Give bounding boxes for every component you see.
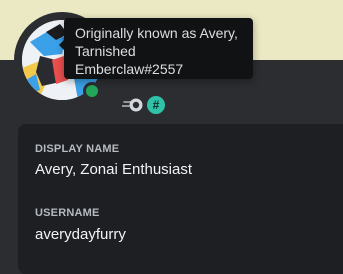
tooltip-line: Emberclaw#2557 (75, 61, 184, 77)
tooltip-line: Tarnished (75, 43, 136, 59)
username-label: USERNAME (35, 207, 100, 219)
tooltip-arrow (59, 40, 64, 50)
nitro-badge-icon[interactable] (122, 97, 144, 113)
previous-names-tooltip: Originally known as Avery, Tarnished Emb… (59, 18, 253, 79)
profile-badges: # (122, 96, 165, 114)
hash-badge-icon[interactable]: # (147, 96, 165, 114)
display-name-label: DISPLAY NAME (35, 143, 120, 155)
display-name-value: Avery, Zonai Enthusiast (35, 161, 193, 178)
tooltip-line: Originally known as Avery, (75, 25, 238, 41)
online-status-indicator (83, 82, 101, 100)
username-value: averydayfurry (35, 226, 126, 243)
